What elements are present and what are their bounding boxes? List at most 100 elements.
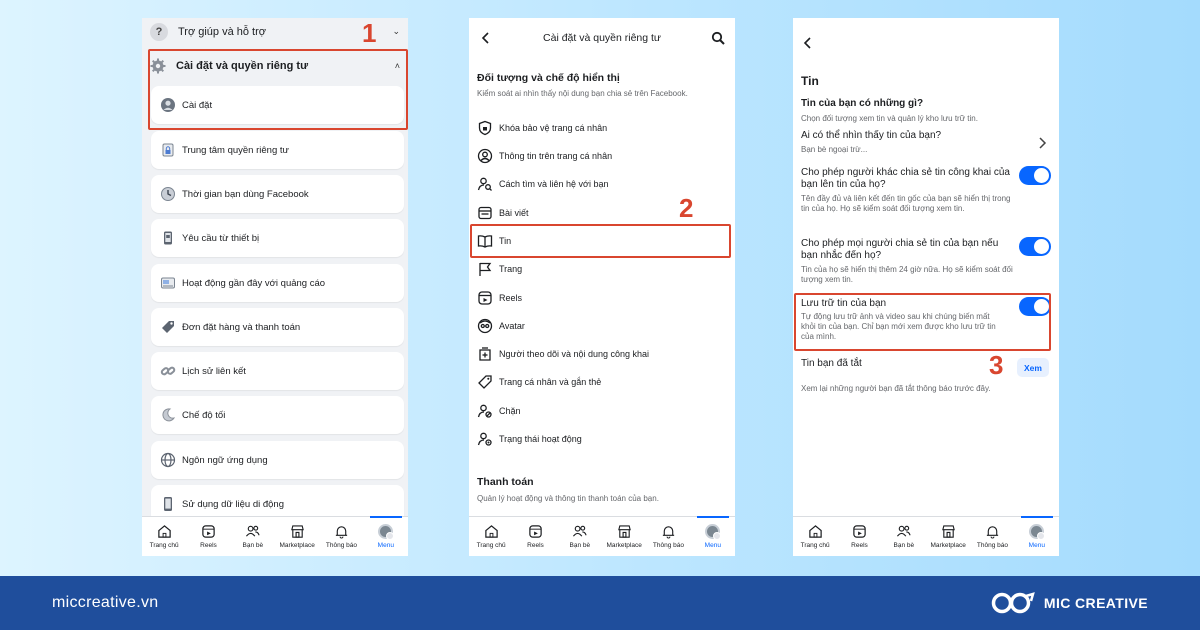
menu-item-label: Trung tâm quyền riêng tư (182, 144, 289, 156)
step-number-2: 2 (679, 193, 694, 223)
view-muted-button[interactable]: Xem (1017, 358, 1049, 377)
tag-icon (160, 319, 176, 335)
allow-mention-toggle[interactable] (1019, 237, 1051, 256)
nav-friends[interactable]: Bạn bè (882, 517, 926, 556)
menu-item-app-language[interactable]: Ngôn ngữ ứng dụng (151, 441, 404, 479)
reels-icon (202, 525, 215, 538)
nav-notifications[interactable]: Thông báo (319, 517, 363, 556)
nav-menu[interactable]: Menu (691, 516, 735, 556)
tag-icon (477, 374, 493, 390)
page-title: Cài đặt và quyền riêng tư (543, 32, 661, 44)
menu-item-time-on-facebook[interactable]: Thời gian bạn dùng Facebook (151, 175, 404, 213)
settings-item-label: Người theo dõi và nội dung công khai (499, 349, 650, 359)
nav-menu[interactable]: Menu (364, 516, 408, 556)
user-circle-icon (477, 148, 493, 164)
nav-friends[interactable]: Bạn bè (558, 517, 602, 556)
settings-item-label: Thông tin trên trang cá nhân (499, 151, 613, 161)
nav-reels[interactable]: Reels (837, 517, 881, 556)
home-icon (157, 525, 171, 538)
section-desc-payments: Quản lý hoạt động và thông tin thanh toá… (477, 494, 659, 503)
friends-icon (246, 525, 260, 537)
nav-friends[interactable]: Bạn bè (231, 517, 275, 556)
bell-icon (662, 526, 675, 539)
highlight-box-step2 (470, 224, 731, 258)
settings-item-avatar[interactable]: Avatar (475, 313, 729, 339)
infinity-logo-icon (991, 592, 1035, 614)
muted-stories-desc: Xem lại những người bạn đã tắt thông báo… (801, 384, 991, 393)
settings-item-reels[interactable]: Reels (475, 285, 729, 311)
help-label: Trợ giúp và hỗ trợ (178, 25, 266, 38)
nav-marketplace[interactable]: Marketplace (275, 517, 319, 556)
nav-reels[interactable]: Reels (513, 517, 557, 556)
nav-notifications[interactable]: Thông báo (970, 517, 1014, 556)
allow-share-title: Cho phép người khác chia sẻ tin công kha… (801, 167, 1010, 190)
settings-item-label: Cách tìm và liên hệ với bạn (499, 179, 609, 189)
menu-item-label: Lịch sử liên kết (182, 365, 246, 377)
marketplace-icon (290, 525, 304, 538)
nav-label: Thông báo (325, 542, 358, 549)
menu-item-orders-payments[interactable]: Đơn đặt hàng và thanh toán (151, 308, 404, 346)
settings-item-profile-lock[interactable]: Khóa bảo vệ trang cá nhân (475, 115, 729, 141)
nav-home[interactable]: Trang chủ (793, 517, 837, 556)
footer-site-link[interactable]: miccreative.vn (52, 594, 158, 612)
settings-item-active-status[interactable]: Trạng thái hoạt động (475, 426, 729, 452)
menu-item-dark-mode[interactable]: Chế độ tối (151, 396, 404, 434)
step-number-1: 1 (362, 18, 377, 48)
chevron-right-icon (1039, 137, 1047, 149)
nav-label: Marketplace (930, 542, 966, 549)
reels-icon (853, 525, 866, 538)
nav-label: Marketplace (606, 542, 642, 549)
user-search-icon (477, 176, 493, 192)
nav-home[interactable]: Trang chủ (469, 517, 513, 556)
menu-item-privacy-center[interactable]: Trung tâm quyền riêng tư (151, 131, 404, 169)
nav-marketplace[interactable]: Marketplace (926, 517, 970, 556)
shield-icon (477, 120, 493, 136)
bottom-nav: Trang chủ Reels Bạn bè Marketplace Thông… (142, 516, 408, 556)
allow-share-toggle[interactable] (1019, 166, 1051, 185)
marketplace-icon (617, 525, 631, 538)
device-icon (160, 230, 176, 246)
stories-section-title: Tin của bạn có những gì? (801, 98, 924, 109)
bell-icon (335, 526, 348, 539)
nav-reels[interactable]: Reels (186, 517, 230, 556)
marketplace-icon (941, 525, 955, 538)
settings-item-profile-info[interactable]: Thông tin trên trang cá nhân (475, 143, 729, 169)
story-audience-value: Bạn bè ngoại trừ... (801, 145, 868, 154)
settings-item-label: Avatar (499, 321, 525, 331)
activity-user-icon (477, 431, 493, 447)
nav-label: Bạn bè (569, 542, 591, 549)
settings-item-blocking[interactable]: Chặn (475, 398, 729, 424)
settings-item-pages[interactable]: Trang (475, 256, 729, 282)
nav-marketplace[interactable]: Marketplace (602, 517, 646, 556)
bell-icon (986, 526, 999, 539)
settings-item-label: Trạng thái hoạt động (499, 434, 582, 444)
friends-icon (573, 525, 587, 537)
back-arrow-icon[interactable] (479, 31, 493, 45)
muted-stories-title: Tin bạn đã tắt (801, 358, 862, 369)
search-icon[interactable] (711, 31, 725, 45)
avatar (1029, 524, 1046, 540)
avatar (378, 524, 395, 540)
nav-notifications[interactable]: Thông báo (646, 517, 690, 556)
menu-item-label: Chế độ tối (182, 409, 226, 421)
nav-label: Trang chủ (476, 542, 506, 549)
nav-label: Thông báo (652, 542, 685, 549)
nav-label: Reels (200, 542, 217, 549)
reels-icon (477, 290, 493, 306)
settings-item-profile-tagging[interactable]: Trang cá nhân và gắn thẻ (475, 369, 729, 395)
phone-icon (160, 496, 176, 512)
nav-label: Bạn bè (893, 542, 915, 549)
section-title-payments: Thanh toán (477, 476, 534, 488)
post-icon (477, 205, 493, 221)
nav-home[interactable]: Trang chủ (142, 517, 186, 556)
block-user-icon (477, 403, 493, 419)
menu-item-device-requests[interactable]: Yêu cầu từ thiết bị (151, 219, 404, 257)
settings-item-followers[interactable]: Người theo dõi và nội dung công khai (475, 341, 729, 367)
friends-icon (897, 525, 911, 537)
menu-item-ad-activity[interactable]: Hoạt động gần đây với quảng cáo (151, 264, 404, 302)
highlight-box-step1 (148, 49, 408, 130)
back-arrow-icon[interactable] (801, 36, 815, 50)
section-desc-audience: Kiểm soát ai nhìn thấy nội dung bạn chia… (477, 89, 688, 98)
nav-menu[interactable]: Menu (1015, 516, 1059, 556)
menu-item-link-history[interactable]: Lịch sử liên kết (151, 352, 404, 390)
